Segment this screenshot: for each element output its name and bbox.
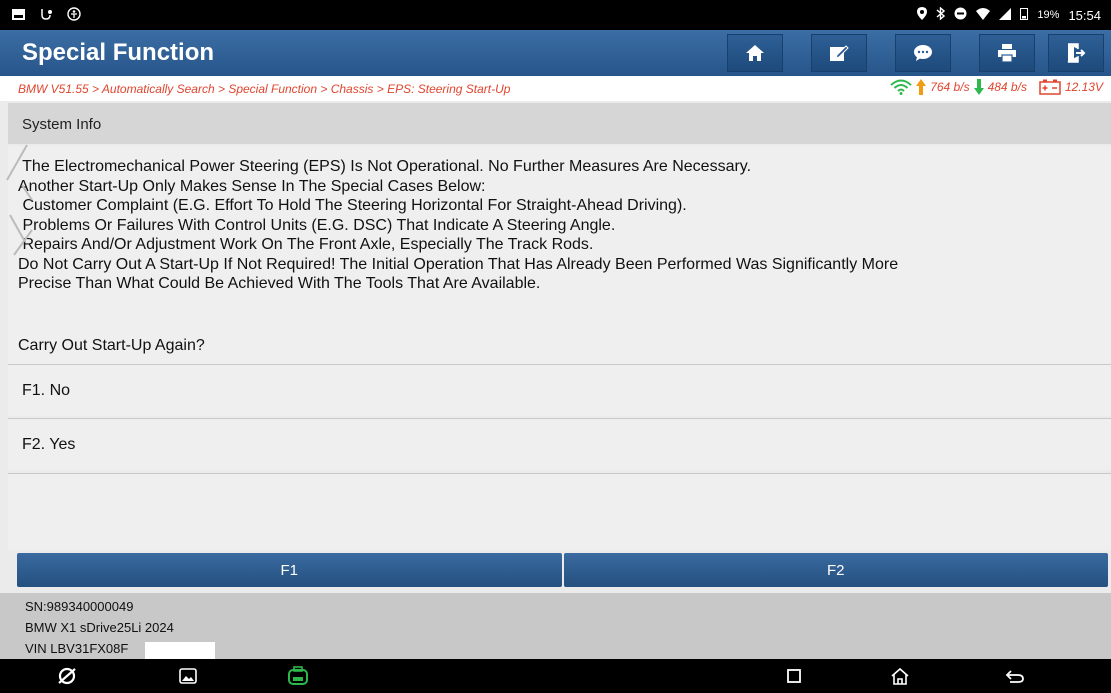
empty-area bbox=[8, 473, 1111, 550]
edit-icon bbox=[830, 45, 849, 61]
section-title: System Info bbox=[22, 116, 102, 133]
battery-percent: 19% bbox=[1037, 9, 1060, 21]
bluetooth-icon bbox=[936, 6, 946, 23]
gallery-icon[interactable] bbox=[176, 664, 200, 688]
back-icon[interactable] bbox=[1003, 664, 1027, 688]
breadcrumb-bar: BMW V51.55 > Automatically Search > Spec… bbox=[0, 76, 1111, 101]
f1-button[interactable]: F1 bbox=[17, 553, 562, 587]
message-panel: The Electromechanical Power Steering (EP… bbox=[8, 146, 1111, 364]
system-nav-bar bbox=[0, 659, 1111, 693]
breadcrumb: BMW V51.55 > Automatically Search > Spec… bbox=[18, 82, 511, 96]
question-text: Carry Out Start-Up Again? bbox=[18, 337, 205, 354]
vin: VIN LBV31FX08F bbox=[25, 641, 129, 656]
print-button[interactable] bbox=[979, 34, 1035, 72]
battery-voltage-icon bbox=[1039, 79, 1061, 95]
home-icon bbox=[746, 45, 764, 61]
clock: 15:54 bbox=[1068, 7, 1101, 23]
message-line: Customer Complaint (E.G. Effort To Hold … bbox=[18, 197, 687, 214]
exit-button[interactable] bbox=[1048, 34, 1104, 72]
section-header: System Info bbox=[8, 103, 1111, 144]
usb-icon bbox=[39, 7, 53, 24]
network-status: 764 b/s 484 b/s 12.13V bbox=[890, 79, 1103, 95]
chat-button[interactable] bbox=[895, 34, 951, 72]
vehicle-model: BMW X1 sDrive25Li 2024 bbox=[25, 620, 174, 635]
watermark bbox=[6, 144, 33, 256]
upload-speed: 764 b/s bbox=[930, 80, 970, 94]
message-text: The Electromechanical Power Steering (EP… bbox=[18, 157, 898, 294]
edit-button[interactable] bbox=[811, 34, 867, 72]
chat-icon bbox=[914, 45, 932, 61]
home-button[interactable] bbox=[727, 34, 783, 72]
home-nav-icon[interactable] bbox=[888, 664, 912, 688]
download-arrow-icon bbox=[973, 79, 984, 95]
message-line: The Electromechanical Power Steering (EP… bbox=[18, 158, 752, 175]
upload-arrow-icon bbox=[916, 79, 927, 95]
signal-icon bbox=[999, 7, 1012, 23]
accessibility-icon bbox=[67, 7, 81, 24]
message-line: Another Start-Up Only Makes Sense In The… bbox=[18, 177, 486, 195]
serial-number: SN:989340000049 bbox=[25, 599, 134, 614]
print-icon bbox=[998, 44, 1016, 62]
voltage: 12.13V bbox=[1064, 80, 1103, 94]
function-key-bar: F1 F2 bbox=[17, 553, 1108, 587]
title-bar: Special Function bbox=[0, 30, 1111, 76]
dnd-icon bbox=[954, 7, 967, 23]
option-label: F2. Yes bbox=[22, 436, 76, 453]
wifi-status-icon bbox=[976, 7, 991, 23]
recent-apps-icon[interactable] bbox=[782, 664, 806, 688]
battery-icon bbox=[1020, 7, 1029, 23]
vci-icon[interactable] bbox=[286, 664, 310, 688]
exit-icon bbox=[1067, 43, 1086, 63]
wifi-icon bbox=[890, 79, 912, 95]
f2-button[interactable]: F2 bbox=[563, 553, 1108, 587]
location-icon bbox=[917, 7, 928, 23]
notification-icon bbox=[12, 8, 25, 23]
option-no[interactable]: F1. No bbox=[8, 364, 1111, 416]
browser-icon[interactable] bbox=[55, 664, 79, 688]
message-line: Repairs And/Or Adjustment Work On The Fr… bbox=[18, 236, 594, 253]
download-speed: 484 b/s bbox=[987, 80, 1027, 94]
option-yes[interactable]: F2. Yes bbox=[8, 418, 1111, 470]
message-line: Do Not Carry Out A Start-Up If Not Requi… bbox=[18, 255, 899, 273]
message-line: Problems Or Failures With Control Units … bbox=[18, 216, 616, 234]
message-line: Precise Than What Could Be Achieved With… bbox=[18, 275, 541, 292]
option-label: F1. No bbox=[22, 382, 71, 399]
page-title: Special Function bbox=[22, 39, 215, 66]
status-bar: 19% 15:54 bbox=[0, 0, 1111, 30]
